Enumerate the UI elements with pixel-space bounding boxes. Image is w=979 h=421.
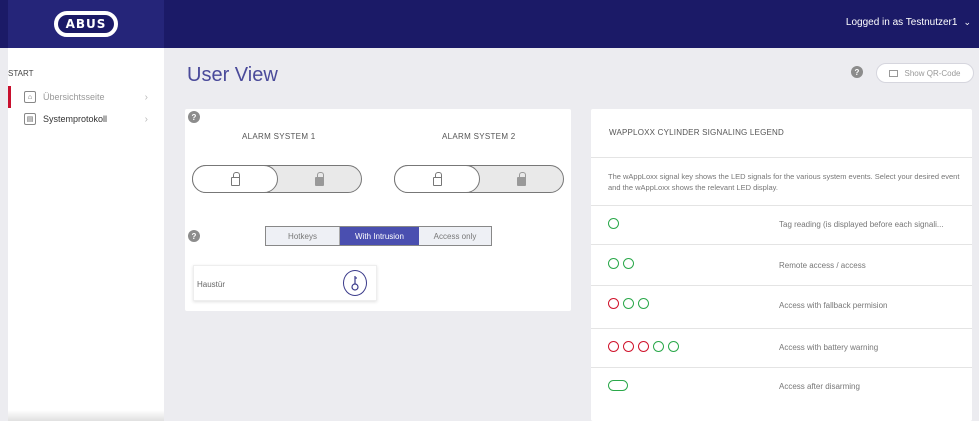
alarm-system-2-label: ALARM SYSTEM 2 [442,132,516,141]
green-led-icon [608,218,619,229]
tab-hotkeys[interactable]: Hotkeys [266,227,340,245]
green-led-icon [623,298,634,309]
legend-row-label: Access with battery warning [779,343,879,352]
sidebar: START ⌂ Übersichtsseite › ▤ Systemprotok… [8,48,164,421]
legend-row-label: Access after disarming [779,382,860,391]
help-button[interactable]: ? [851,66,863,78]
user-label: Logged in as Testnutzer1 [845,17,958,28]
red-led-icon [623,341,634,352]
chevron-down-icon: ⌄ [963,17,971,27]
help-icon: ? [188,111,200,123]
alarm-system-1-toggle[interactable] [192,165,362,193]
mode-help-button[interactable]: ? [188,230,200,242]
key-glyph [351,276,359,291]
red-led-icon [608,298,619,309]
chevron-right-icon: › [144,113,148,125]
legend-row-2-signal[interactable] [608,298,649,309]
qr-button-label: Show QR-Code [904,68,961,78]
top-bar: ABUS Logged in as Testnutzer1 ⌄ [0,0,979,48]
logo-area: ABUS [8,0,164,48]
sidebar-footer [8,410,164,421]
arm-option[interactable] [479,166,563,192]
abus-logo[interactable]: ABUS [54,11,118,37]
alarm-help-button[interactable]: ? [188,111,200,123]
legend-divider [591,367,972,368]
disarm-option[interactable] [192,165,278,193]
sidebar-item-system-log[interactable]: ▤ Systemprotokoll › [8,108,164,130]
tab-with-intrusion[interactable]: With Intrusion [340,227,419,245]
legend-row-0-signal[interactable] [608,218,619,229]
legend-row-label: Access with fallback permision [779,301,888,310]
tab-access-only[interactable]: Access only [419,227,491,245]
unlocked-icon [230,172,240,186]
green-led-icon [668,341,679,352]
legend-row-1-signal[interactable] [608,258,634,269]
calendar-icon: ▤ [24,113,36,125]
green-long-led-icon [608,380,628,391]
legend-title: WAPPLOXX CYLINDER SIGNALING LEGEND [609,128,784,137]
sidebar-item-label: Übersichtsseite [43,92,105,102]
door-card[interactable]: Haustür [193,265,377,301]
help-icon: ? [851,66,863,78]
door-name: Haustür [197,280,226,289]
mode-selector: Hotkeys With Intrusion Access only [265,226,492,246]
legend-divider [591,328,972,329]
page-title: User View [187,64,278,86]
user-menu[interactable]: Logged in as Testnutzer1 ⌄ [846,17,971,28]
alarm-system-2-toggle[interactable] [394,165,564,193]
sidebar-item-label: Systemprotokoll [43,114,108,124]
locked-icon [314,172,324,186]
sidebar-item-overview[interactable]: ⌂ Übersichtsseite › [8,86,164,108]
legend-divider [591,285,972,286]
legend-description: The wAppLoxx signal key shows the LED si… [608,172,960,192]
green-led-icon [608,258,619,269]
red-led-icon [608,341,619,352]
green-led-icon [653,341,664,352]
green-led-icon [638,298,649,309]
show-qr-code-button[interactable]: Show QR-Code [876,63,974,83]
help-icon: ? [188,230,200,242]
green-led-icon [623,258,634,269]
legend-row-label: Remote access / access [779,261,866,270]
legend-divider [591,205,972,206]
legend-divider [591,244,972,245]
legend-row-4-signal[interactable] [608,380,628,391]
chevron-right-icon: › [144,91,148,103]
home-icon: ⌂ [24,91,36,103]
legend-row-3-signal[interactable] [608,341,679,352]
key-icon[interactable] [343,270,367,296]
arm-option[interactable] [277,166,361,192]
disarm-option[interactable] [394,165,480,193]
unlocked-icon [432,172,442,186]
locked-icon [516,172,526,186]
sidebar-section-label: START [8,69,34,78]
red-led-icon [638,341,649,352]
legend-divider [591,157,972,158]
qr-code-icon [889,69,899,77]
alarm-system-1-label: ALARM SYSTEM 1 [242,132,316,141]
logo-text: ABUS [58,15,114,33]
legend-row-label: Tag reading (is displayed before each si… [779,220,944,229]
